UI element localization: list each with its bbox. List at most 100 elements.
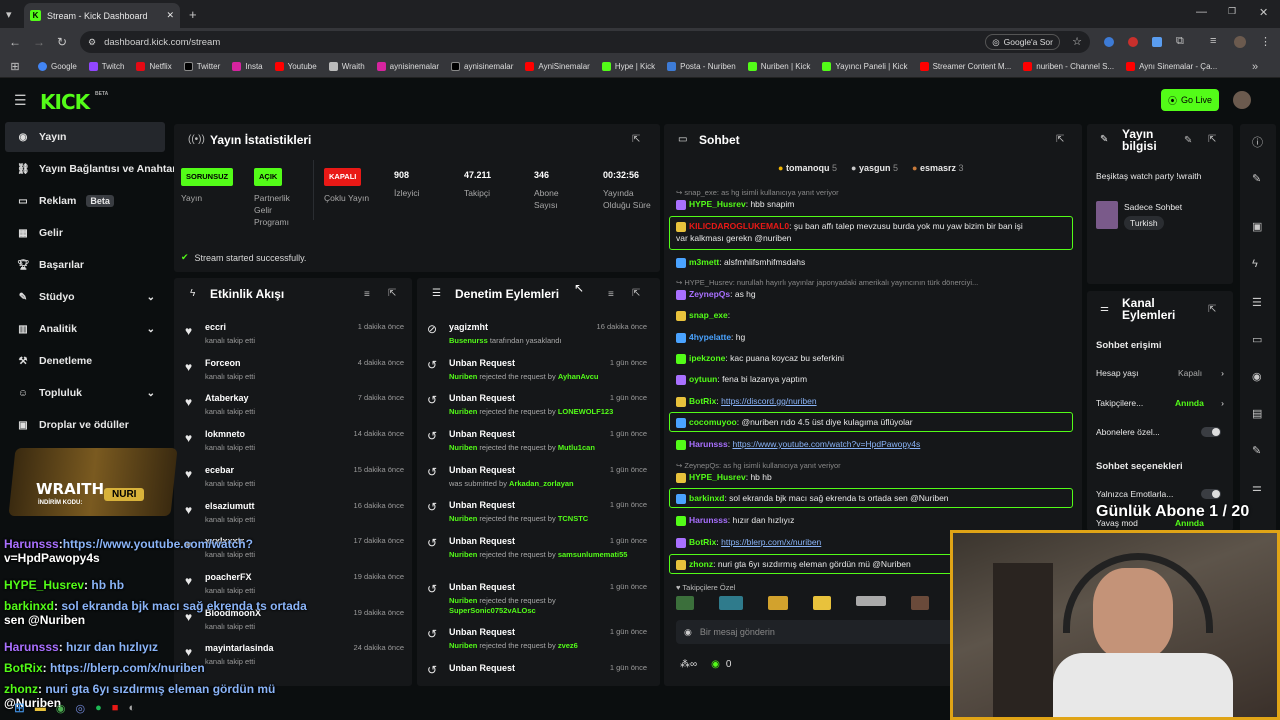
follower-name[interactable]: Forceon <box>205 358 241 368</box>
extensions-puzzle-icon[interactable]: ⧉ <box>1176 35 1184 48</box>
chat-link[interactable]: https://www.youtube.com/watch?v=HpdPawop… <box>732 439 920 449</box>
chat-username[interactable]: snap_exe <box>689 310 728 320</box>
follower-name[interactable]: eccri <box>205 322 226 332</box>
new-tab-icon[interactable]: + <box>189 7 197 22</box>
spotify-icon[interactable]: ● <box>95 702 102 714</box>
sidebar-item-droplar[interactable]: ▣ Droplar ve ödüller <box>5 410 165 440</box>
chrome-icon[interactable]: ◉ <box>56 702 66 715</box>
moderation-row[interactable]: ↺ Unban Request Nuriben rejected the req… <box>427 393 651 427</box>
sidebar-item-yayin[interactable]: ◉ Yayın <box>5 122 165 152</box>
moderation-row[interactable]: ↺ Unban Request Nuriben rejected the req… <box>427 500 651 534</box>
activity-row[interactable]: ♥ Ataberkay kanalı takip etti 7 dakika ö… <box>185 393 410 427</box>
chat-username[interactable]: m3mett <box>689 257 719 267</box>
activity-row[interactable]: ♥ ecebar kanalı takip etti 15 dakika önc… <box>185 465 410 499</box>
moderator-name[interactable]: Nuriben <box>449 443 477 452</box>
wrench-icon[interactable]: ✎ <box>1252 444 1261 457</box>
extension-icon[interactable] <box>1128 37 1138 47</box>
target-user[interactable]: SuperSonic0752vALOsc <box>449 606 536 615</box>
target-user[interactable]: AyhanAvcu <box>558 372 599 381</box>
chat-message[interactable]: HYPE_Husrev: hb hb <box>676 471 1074 483</box>
activity-row[interactable]: ♥ Forceon kanalı takip etti 4 dakika önc… <box>185 358 410 392</box>
popout-icon[interactable]: ⇱ <box>632 134 640 145</box>
chat-message[interactable]: cocomuyoo: @nuriben rıdo 4.5 üst diye ku… <box>676 416 1074 428</box>
chat-username[interactable]: Harunsss <box>689 439 728 449</box>
infinity-icon[interactable]: ⁂∞ <box>680 659 697 670</box>
image-icon[interactable]: ▣ <box>1252 220 1262 233</box>
go-live-button[interactable]: ⦿ Go Live <box>1161 89 1219 111</box>
edit-icon[interactable]: ✎ <box>1252 172 1261 185</box>
target-user[interactable]: Mutlu1can <box>558 443 595 452</box>
chat-message[interactable]: barkinxd: sol ekranda bjk macı sağ ekren… <box>676 492 1074 504</box>
moderator-name[interactable]: Nuriben <box>449 550 477 559</box>
moderation-row[interactable]: ↺ Unban Request Nuriben rejected the req… <box>427 429 651 463</box>
user-avatar[interactable] <box>1233 91 1251 109</box>
kick-points-icon[interactable]: ◉ <box>711 659 720 670</box>
chat-username[interactable]: barkinxd <box>689 493 724 503</box>
emote[interactable] <box>911 596 929 610</box>
info-icon[interactable]: ⓘ <box>1252 134 1263 150</box>
bookmark-twitter[interactable]: Twitter <box>178 62 227 71</box>
bookmark-insta[interactable]: Insta <box>226 62 268 71</box>
edit-icon[interactable]: ✎ <box>1184 135 1192 146</box>
tab-search-icon[interactable]: ▾ <box>6 8 12 21</box>
kick-logo[interactable]: KICK <box>40 90 90 114</box>
chat-username[interactable]: ipekzone <box>689 353 725 363</box>
obs-icon[interactable]: ◐ <box>128 702 135 714</box>
chat-username[interactable]: KILICDAROGLUKEMAL0 <box>689 221 789 231</box>
profile-avatar[interactable] <box>1234 36 1246 48</box>
chat-link[interactable]: https://discord.gg/nuriben <box>721 396 816 406</box>
moderator-name[interactable]: Nuriben <box>449 514 477 523</box>
popout-icon[interactable]: ⇱ <box>1056 134 1064 145</box>
chat-message[interactable]: snap_exe: <box>676 309 1074 321</box>
bookmark-twitch[interactable]: Twitch <box>83 62 131 71</box>
emote-only-toggle[interactable] <box>1201 489 1221 499</box>
moderator-name[interactable]: Busenurss <box>449 336 488 345</box>
popout-icon[interactable]: ⇱ <box>1208 304 1216 315</box>
lightning-icon[interactable]: ϟ <box>1252 258 1258 270</box>
chat-username[interactable]: HYPE_Husrev <box>689 199 746 209</box>
browser-menu-icon[interactable]: ⋮ <box>1260 35 1271 48</box>
chat-icon[interactable]: ▭ <box>1252 333 1262 346</box>
bookmark-youtube[interactable]: Youtube <box>269 62 323 71</box>
chat-message[interactable]: Harunsss: https://www.youtube.com/watch?… <box>676 438 1074 450</box>
target-user[interactable]: samsunlumemati55 <box>558 550 628 559</box>
moderator-name[interactable]: Nuriben <box>449 372 477 381</box>
follower-name[interactable]: Ataberkay <box>205 393 249 403</box>
hamburger-menu-icon[interactable]: ☰ <box>14 92 27 109</box>
target-user[interactable]: TCNSTC <box>558 514 588 523</box>
emote[interactable] <box>676 596 694 610</box>
maximize-icon[interactable]: ❐ <box>1228 6 1236 17</box>
sidebar-item-studyo[interactable]: ✎ Stüdyo ⌄ <box>5 282 165 312</box>
url-field[interactable]: ⚙ dashboard.kick.com/stream ◎ Google'a So… <box>80 31 1090 53</box>
top-gifter[interactable]: ● yasgun 5 <box>851 163 898 173</box>
popout-icon[interactable]: ⇱ <box>388 288 396 299</box>
bookmark-ayni-sinemalar[interactable]: Aynı Sinemalar - Ça... <box>1120 62 1223 71</box>
chat-message[interactable]: KILICDAROGLUKEMAL0: şu ban affı talep me… <box>676 220 1074 244</box>
follower-name[interactable]: ecebar <box>205 465 234 475</box>
emote[interactable] <box>768 596 788 610</box>
sidebar-item-denetleme[interactable]: ⚒ Denetleme <box>5 346 165 376</box>
forward-icon[interactable]: → <box>33 35 45 49</box>
bookmark-hype-kick[interactable]: Hype | Kick <box>596 62 661 71</box>
moderation-row[interactable]: ↺ Unban Request Nuriben rejected the req… <box>427 358 651 392</box>
sidebar-item-analitik[interactable]: ▥ Analitik ⌄ <box>5 314 165 344</box>
chat-username[interactable]: 4hypelatte <box>689 332 731 342</box>
window-close-icon[interactable]: ✕ <box>1259 6 1268 19</box>
moderation-row[interactable]: ⊘ yagizmht Busenurss tarafından yasaklan… <box>427 322 651 356</box>
moderator-name[interactable]: Nuriben <box>449 596 477 605</box>
top-gifter[interactable]: ● esmasrz 3 <box>912 163 964 173</box>
stats-icon[interactable]: ▤ <box>1252 407 1262 420</box>
bookmark-netflix[interactable]: Netflix <box>130 62 177 71</box>
activity-row[interactable]: ♥ mayintarlasinda kanalı takip etti 24 d… <box>185 643 410 677</box>
chat-message[interactable]: ZeynepQs: as hg <box>676 288 1074 300</box>
chat-message[interactable]: ipekzone: kac puana koycaz bu seferkini <box>676 352 1074 364</box>
chat-message[interactable]: Harunsss: hızır dan hızlıyız <box>676 514 1074 526</box>
filter-icon[interactable]: ≡ <box>364 289 370 300</box>
moderation-row[interactable]: ↺ Unban Request Nuriben rejected the req… <box>427 627 651 661</box>
windows-start-icon[interactable]: ⊞ <box>14 700 25 716</box>
activity-row[interactable]: ♥ eccri kanalı takip etti 1 dakika önce <box>185 322 410 356</box>
filter-icon[interactable]: ≡ <box>608 289 614 300</box>
moderation-row[interactable]: ↺ Unban Request Nuriben rejected the req… <box>427 536 651 570</box>
discord-icon[interactable]: ◎ <box>76 702 86 715</box>
emote[interactable] <box>719 596 743 610</box>
